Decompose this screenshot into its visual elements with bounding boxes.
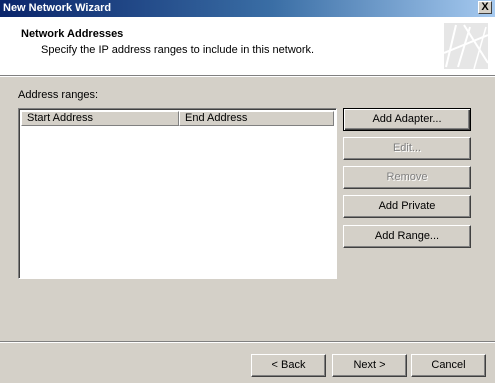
close-button[interactable]: X	[478, 1, 492, 14]
page-subtitle: Specify the IP address ranges to include…	[41, 44, 315, 56]
column-header-end-address[interactable]: End Address	[179, 111, 334, 126]
add-adapter-button[interactable]: Add Adapter...	[343, 108, 471, 131]
remove-button[interactable]: Remove	[343, 166, 471, 189]
header-divider	[0, 76, 495, 77]
page-title: Network Addresses	[21, 28, 124, 40]
column-header-start-address[interactable]: Start Address	[21, 111, 179, 126]
wizard-graphic-icon	[444, 23, 488, 69]
add-private-button[interactable]: Add Private	[343, 195, 471, 218]
wizard-header: Network Addresses Specify the IP address…	[0, 17, 495, 76]
back-button[interactable]: < Back	[251, 354, 326, 377]
next-button[interactable]: Next >	[332, 354, 407, 377]
edit-button[interactable]: Edit...	[343, 137, 471, 160]
window-title: New Network Wizard	[3, 2, 112, 14]
address-ranges-list[interactable]: Start Address End Address	[18, 108, 337, 279]
cancel-button[interactable]: Cancel	[411, 354, 486, 377]
title-bar[interactable]: New Network Wizard X	[0, 0, 495, 17]
add-range-button[interactable]: Add Range...	[343, 225, 471, 248]
footer-divider-highlight	[0, 342, 495, 343]
address-ranges-label: Address ranges:	[18, 89, 99, 101]
